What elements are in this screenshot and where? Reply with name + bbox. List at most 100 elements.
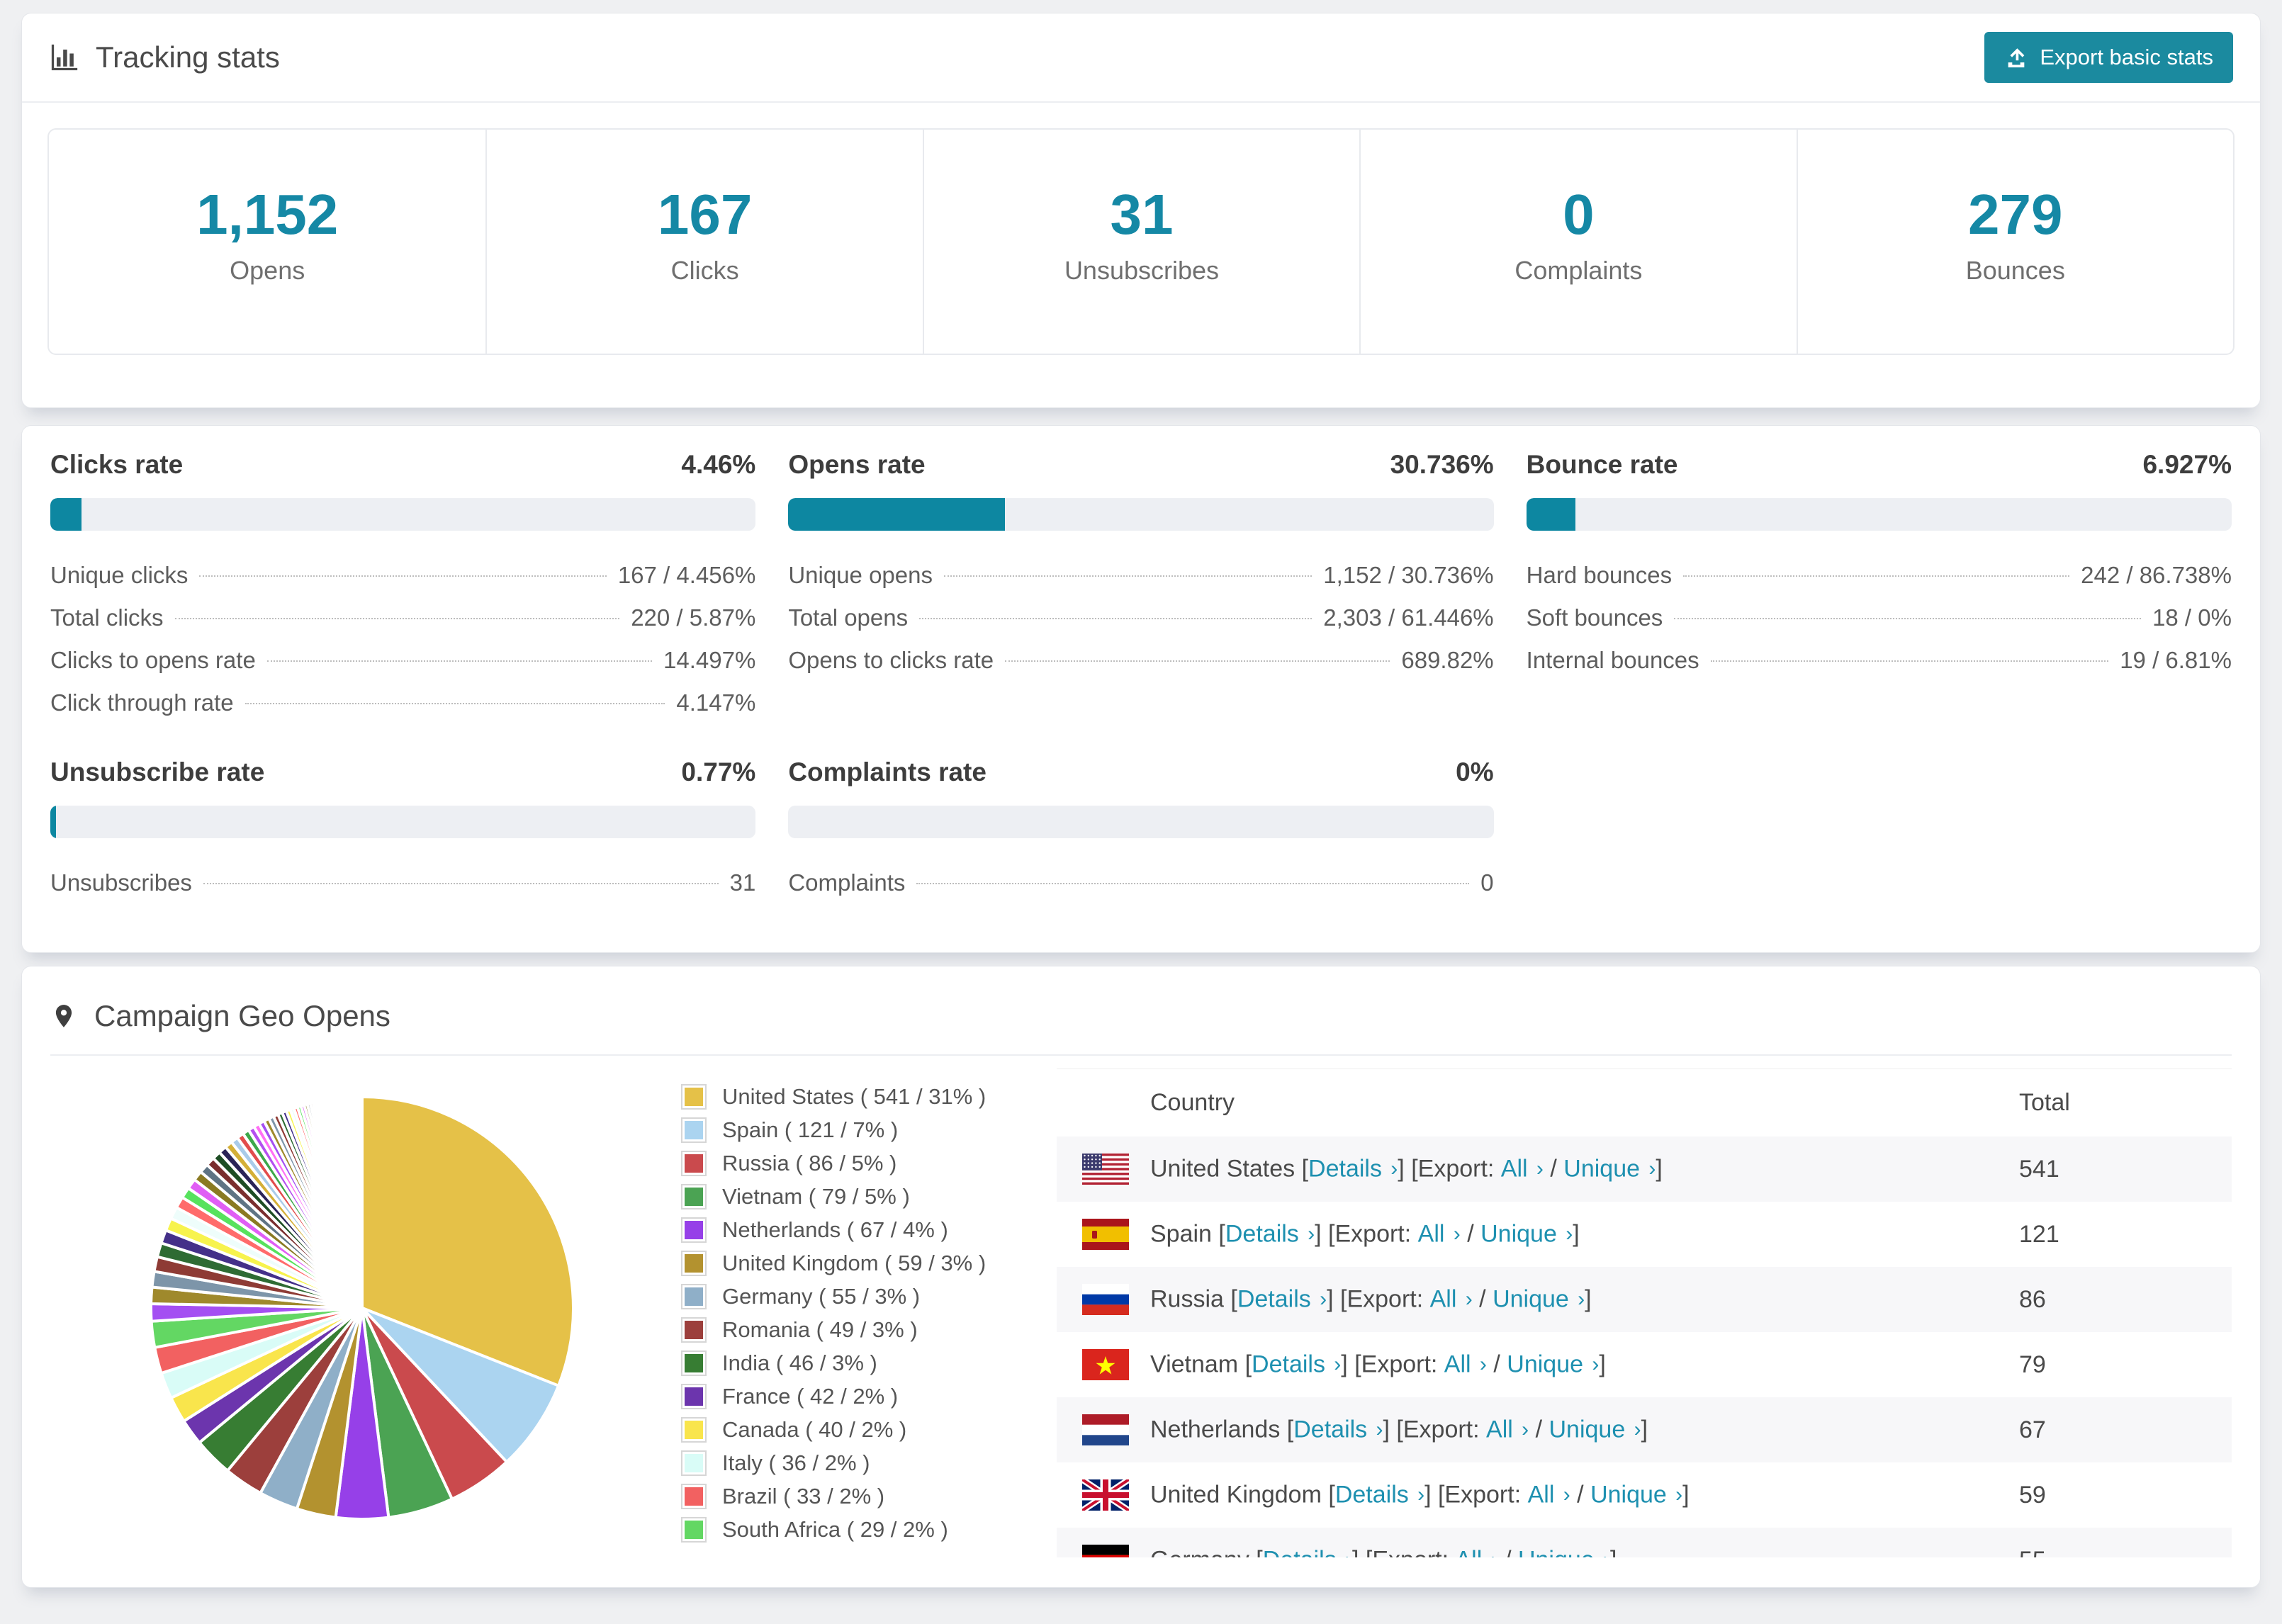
- stat-label: Opens: [230, 256, 305, 285]
- legend-swatch: [681, 1384, 707, 1409]
- chevron-right-icon: ›: [1301, 1222, 1315, 1246]
- legend-item: Brazil ( 33 / 2% ): [681, 1484, 1014, 1509]
- chevron-right-icon: ›: [1628, 1418, 1641, 1441]
- legend-item: South Africa ( 29 / 2% ): [681, 1517, 1014, 1543]
- slash: /: [1543, 1155, 1564, 1183]
- export-basic-stats-button[interactable]: Export basic stats: [1984, 32, 2233, 83]
- export-all-link[interactable]: All: [1486, 1416, 1513, 1443]
- export-all-link[interactable]: All: [1444, 1351, 1471, 1378]
- rate-stat-label: Unique clicks: [50, 562, 189, 588]
- rate-stat-value: 4.147%: [676, 689, 756, 716]
- stat-cell-complaints: 0 Complaints: [1359, 130, 1796, 354]
- rate-block-bounce-rate: Bounce rate 6.927% Hard bounces 242 / 86.73…: [1526, 450, 2232, 716]
- total-value: 59: [2019, 1481, 2046, 1509]
- stat-cell-unsubscribes: 31 Unsubscribes: [922, 130, 1359, 354]
- details-link[interactable]: Details: [1252, 1351, 1325, 1378]
- legend-item: United Kingdom ( 59 / 3% ): [681, 1251, 1014, 1276]
- rate-stat-label: Unsubscribes: [50, 869, 192, 896]
- export-all-link[interactable]: All: [1430, 1286, 1457, 1313]
- map-pin-icon: [50, 1000, 77, 1032]
- rate-title: Unsubscribe rate: [50, 757, 265, 786]
- chevron-right-icon: ›: [1557, 1483, 1570, 1506]
- country-name: Russia: [1150, 1285, 1224, 1313]
- country-cell: Spain [Details ›] [Export: All › / Uniqu…: [1057, 1202, 2019, 1267]
- rate-stat-row: Unique opens 1,152 / 30.736%: [788, 562, 1493, 589]
- legend-item: Romania ( 49 / 3% ): [681, 1317, 1014, 1343]
- export-prefix: ] [Export:: [1383, 1416, 1487, 1443]
- dotted-leader: [199, 575, 607, 577]
- chevron-right-icon: ›: [1473, 1353, 1487, 1376]
- tracking-stats-card: Tracking stats Export basic stats 1,152 O…: [21, 13, 2261, 408]
- export-unique-link[interactable]: Unique: [1480, 1221, 1557, 1248]
- legend-swatch: [681, 1417, 707, 1443]
- slash: /: [1498, 1547, 1518, 1558]
- rate-block-opens-rate: Opens rate 30.736% Unique opens 1,152 / 30.…: [788, 450, 1494, 716]
- export-unique-link[interactable]: Unique: [1518, 1547, 1595, 1558]
- details-link[interactable]: Details: [1293, 1416, 1367, 1443]
- stat-label: Clicks: [670, 256, 739, 285]
- rate-progress-fill: [50, 498, 82, 531]
- details-link[interactable]: Details: [1335, 1482, 1409, 1509]
- details-link[interactable]: Details: [1225, 1221, 1299, 1248]
- chevron-right-icon: ›: [1643, 1157, 1656, 1180]
- details-link[interactable]: Details: [1237, 1286, 1311, 1313]
- slash: /: [1472, 1285, 1493, 1313]
- country-name: Netherlands: [1150, 1416, 1281, 1443]
- dotted-leader: [1005, 660, 1390, 662]
- rate-stat-value: 167 / 4.456%: [617, 562, 756, 588]
- chevron-right-icon: ›: [1485, 1548, 1498, 1557]
- bracket: ]: [1641, 1416, 1648, 1443]
- legend-label: South Africa ( 29 / 2% ): [722, 1517, 948, 1542]
- legend-item: Canada ( 40 / 2% ): [681, 1417, 1014, 1443]
- export-all-link[interactable]: All: [1418, 1221, 1445, 1248]
- rate-stat-value: 31: [729, 869, 756, 896]
- export-all-link[interactable]: All: [1456, 1547, 1483, 1558]
- country-cell: Netherlands [Details ›] [Export: All › /…: [1057, 1397, 2019, 1462]
- dotted-leader: [1710, 660, 2109, 662]
- bracket: ]: [1599, 1350, 1606, 1378]
- rate-stat-label: Click through rate: [50, 689, 234, 716]
- tracking-stats-title-row: Tracking stats: [49, 40, 280, 74]
- rate-stat-value: 2,303 / 61.446%: [1323, 604, 1494, 631]
- rate-stat-value: 1,152 / 30.736%: [1323, 562, 1494, 588]
- legend-swatch: [681, 1151, 707, 1176]
- country-name: Germany: [1150, 1547, 1249, 1558]
- rate-stat-value: 220 / 5.87%: [631, 604, 756, 631]
- legend-label: Spain ( 121 / 7% ): [722, 1117, 899, 1142]
- legend-swatch: [681, 1517, 707, 1543]
- export-unique-link[interactable]: Unique: [1507, 1351, 1583, 1378]
- total-value: 86: [2019, 1285, 2046, 1313]
- chevron-right-icon: ›: [1459, 1287, 1473, 1311]
- export-unique-link[interactable]: Unique: [1548, 1416, 1625, 1443]
- rate-block-clicks-rate: Clicks rate 4.46% Unique clicks 167 / 4.456…: [50, 450, 756, 716]
- slash: /: [1486, 1350, 1507, 1378]
- es-flag-icon: [1082, 1219, 1129, 1250]
- export-all-link[interactable]: All: [1528, 1482, 1555, 1509]
- table-row-es: Spain [Details ›] [Export: All › / Uniqu…: [1057, 1202, 2232, 1267]
- chevron-right-icon: ›: [1370, 1418, 1383, 1441]
- dotted-leader: [943, 575, 1313, 577]
- rate-title: Clicks rate: [50, 450, 184, 479]
- export-unique-link[interactable]: Unique: [1493, 1286, 1569, 1313]
- rate-value: 6.927%: [2142, 450, 2232, 479]
- export-unique-link[interactable]: Unique: [1590, 1482, 1667, 1509]
- stat-value: 31: [1110, 183, 1174, 246]
- legend-label: Romania ( 49 / 3% ): [722, 1317, 918, 1342]
- rate-progress-fill: [50, 806, 56, 838]
- legend-item: Italy ( 36 / 2% ): [681, 1450, 1014, 1476]
- country-name: United Kingdom: [1150, 1481, 1322, 1509]
- details-link[interactable]: Details: [1263, 1547, 1337, 1558]
- stats-row: 1,152 Opens 167 Clicks 31 Unsubscribes 0 Compla…: [47, 128, 2235, 355]
- table-row-gb: United Kingdom [Details ›] [Export: All …: [1057, 1462, 2232, 1528]
- details-link[interactable]: Details: [1308, 1156, 1382, 1183]
- geo-table: Country Total United States [Details ›] …: [1057, 1068, 2232, 1557]
- country-cell: Russia [Details ›] [Export: All › / Uniq…: [1057, 1267, 2019, 1332]
- rate-stat-label: Clicks to opens rate: [50, 647, 256, 673]
- rate-stat-row: Unsubscribes 31: [50, 869, 755, 896]
- legend-swatch: [681, 1484, 707, 1509]
- export-unique-link[interactable]: Unique: [1563, 1156, 1640, 1183]
- export-all-link[interactable]: All: [1501, 1156, 1528, 1183]
- chevron-right-icon: ›: [1447, 1222, 1461, 1246]
- rate-progress-fill: [1526, 498, 1575, 531]
- geo-table-header-row: Country Total: [1057, 1069, 2232, 1137]
